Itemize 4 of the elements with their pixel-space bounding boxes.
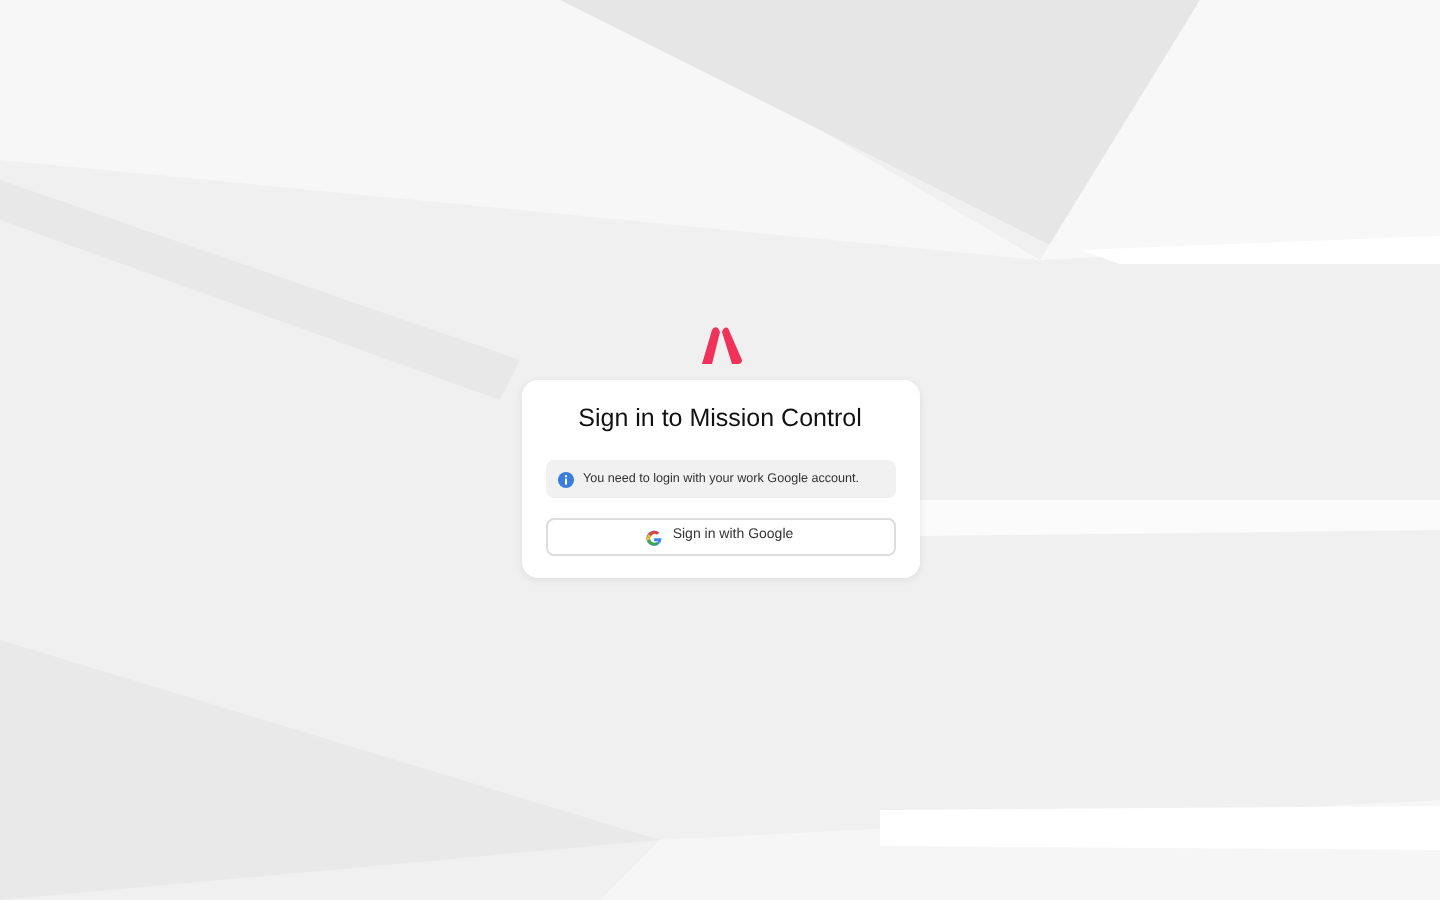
card-title: Sign in to Mission Control xyxy=(576,404,864,434)
google-icon xyxy=(646,529,663,546)
info-icon xyxy=(557,471,573,488)
logo-icon xyxy=(697,326,743,364)
